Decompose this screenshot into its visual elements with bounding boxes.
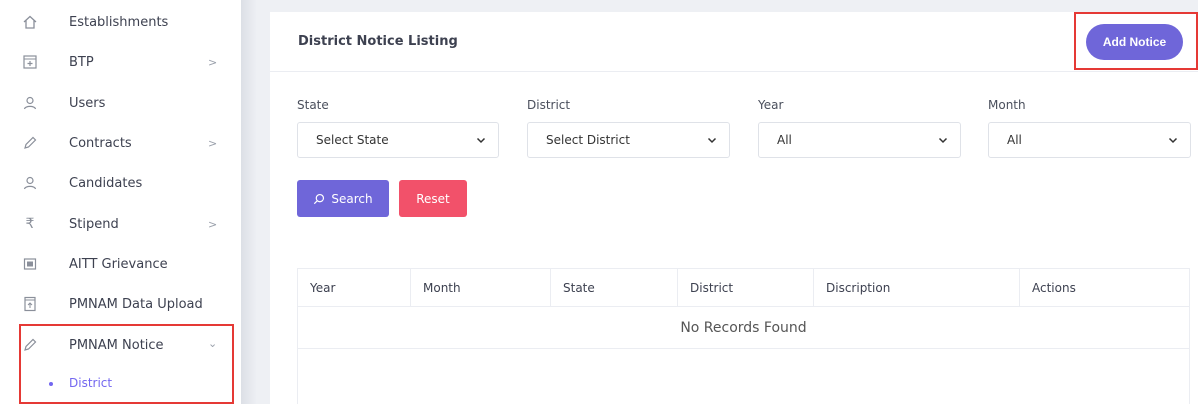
search-button[interactable]: Search xyxy=(297,180,389,217)
highlight-box xyxy=(19,324,234,404)
state-select[interactable]: Select State xyxy=(297,122,499,158)
sidebar-item-contracts[interactable]: Contracts > xyxy=(0,123,241,163)
grievance-icon xyxy=(22,256,38,272)
sidebar-divider xyxy=(241,0,257,404)
search-icon xyxy=(314,193,325,204)
sidebar: Establishments BTP > Users Contracts > C… xyxy=(0,0,241,404)
highlight-box xyxy=(1074,12,1198,70)
sidebar-item-label: Establishments xyxy=(69,14,169,30)
chevron-right-icon: > xyxy=(208,55,218,69)
column-header-description: Discription xyxy=(814,269,1020,307)
chevron-down-icon xyxy=(1168,137,1178,144)
sidebar-item-label: Contracts xyxy=(69,135,132,151)
card-header: District Notice Listing Add Notice xyxy=(270,12,1198,72)
month-label: Month xyxy=(988,98,1026,112)
sidebar-item-pmnam-data-upload[interactable]: PMNAM Data Upload xyxy=(0,284,241,324)
sidebar-item-label: Users xyxy=(69,95,106,111)
sidebar-item-stipend[interactable]: ₹ Stipend > xyxy=(0,204,241,244)
column-header-state: State xyxy=(551,269,678,307)
state-select-value: Select State xyxy=(316,133,389,147)
chevron-right-icon: > xyxy=(208,136,218,150)
reset-button[interactable]: Reset xyxy=(399,180,467,217)
sidebar-item-establishments[interactable]: Establishments xyxy=(0,2,241,42)
year-label: Year xyxy=(758,98,784,112)
home-icon xyxy=(22,14,38,30)
sidebar-item-aitt-grievance[interactable]: AITT Grievance xyxy=(0,244,241,284)
page-title: District Notice Listing xyxy=(298,34,458,49)
column-header-month: Month xyxy=(411,269,551,307)
pencil-icon xyxy=(22,135,38,151)
notice-table: Year Month State District Discription Ac… xyxy=(297,268,1190,404)
plus-square-icon xyxy=(22,54,38,70)
notice-listing-card: District Notice Listing Add Notice State… xyxy=(270,12,1198,404)
year-select-value: All xyxy=(777,133,792,147)
district-select[interactable]: Select District xyxy=(527,122,730,158)
rupee-icon: ₹ xyxy=(25,216,35,232)
table-header: Year Month State District Discription Ac… xyxy=(298,269,1189,307)
users-icon xyxy=(22,95,38,111)
sidebar-item-candidates[interactable]: Candidates xyxy=(0,163,241,203)
year-select[interactable]: All xyxy=(758,122,961,158)
chevron-down-icon xyxy=(938,137,948,144)
state-label: State xyxy=(297,98,329,112)
column-header-year: Year xyxy=(298,269,411,307)
column-header-actions: Actions xyxy=(1032,281,1076,295)
sidebar-item-label: PMNAM Data Upload xyxy=(69,296,203,312)
chevron-down-icon xyxy=(707,137,717,144)
chevron-right-icon: > xyxy=(208,217,218,231)
sidebar-item-users[interactable]: Users xyxy=(0,83,241,123)
column-header-district: District xyxy=(678,269,814,307)
users-icon xyxy=(22,175,38,191)
sidebar-item-label: Candidates xyxy=(69,175,143,191)
search-button-label: Search xyxy=(331,191,373,206)
sidebar-item-label: AITT Grievance xyxy=(69,256,168,272)
table-body-blank xyxy=(298,349,1189,404)
upload-file-icon xyxy=(22,296,38,312)
district-select-value: Select District xyxy=(546,133,630,147)
district-label: District xyxy=(527,98,571,112)
sidebar-item-label: Stipend xyxy=(69,216,119,232)
month-select[interactable]: All xyxy=(988,122,1191,158)
month-select-value: All xyxy=(1007,133,1022,147)
empty-state-text: No Records Found xyxy=(680,319,807,336)
empty-state-row: No Records Found xyxy=(298,307,1189,349)
sidebar-item-label: BTP xyxy=(69,54,94,70)
chevron-down-icon xyxy=(476,137,486,144)
sidebar-item-btp[interactable]: BTP > xyxy=(0,42,241,82)
